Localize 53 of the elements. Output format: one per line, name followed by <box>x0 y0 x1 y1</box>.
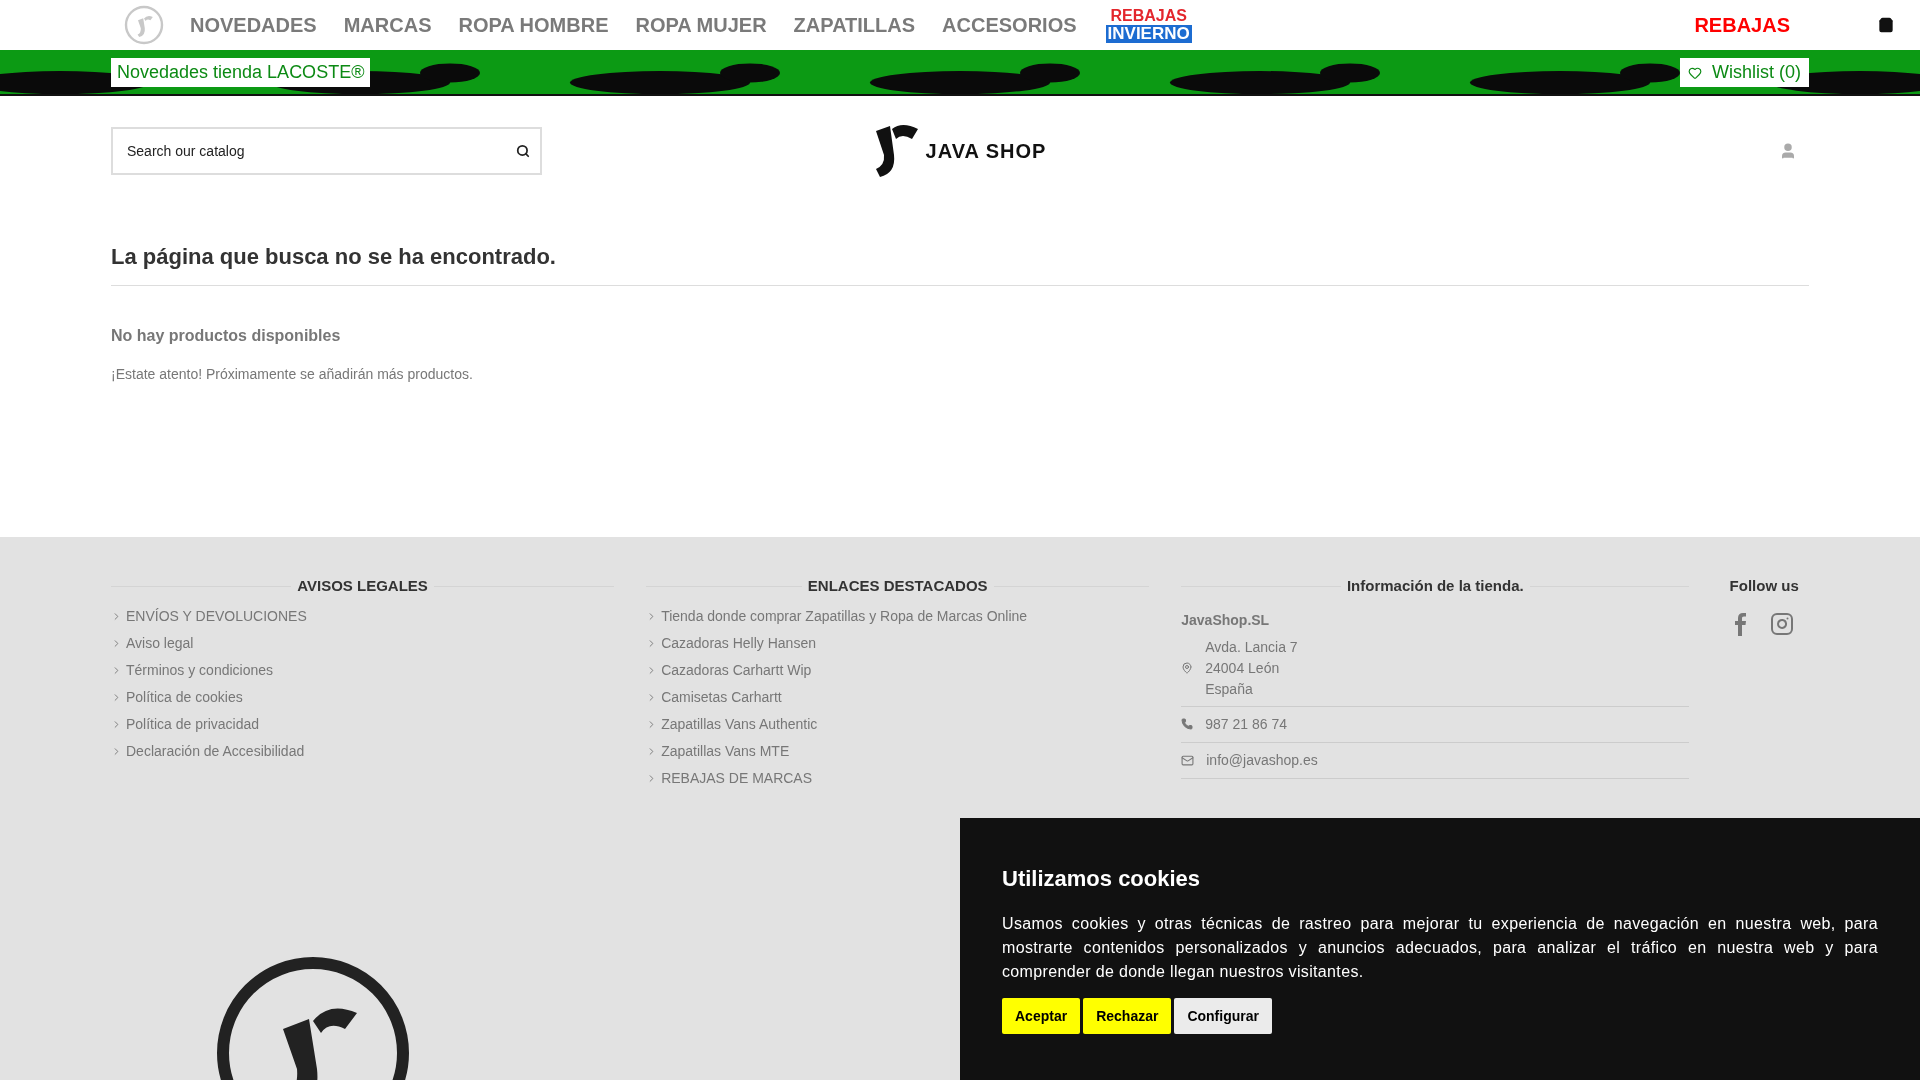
footer-link[interactable]: Política de cookies <box>111 687 615 708</box>
instagram-icon[interactable] <box>1770 611 1795 636</box>
logo-icon <box>124 5 164 45</box>
column-heading: Información de la tienda. <box>1345 576 1525 596</box>
location-icon <box>1181 662 1194 674</box>
nav-link[interactable]: ROPA MUJER <box>635 10 767 40</box>
footer-link[interactable]: Zapatillas Vans Authentic <box>646 714 1150 735</box>
column-heading: AVISOS LEGALES <box>296 576 429 596</box>
cookie-title: Utilizamos cookies <box>1002 865 1202 893</box>
logo-mark-icon <box>873 125 920 177</box>
account-icon[interactable] <box>1779 142 1797 160</box>
cart-icon[interactable] <box>1878 17 1894 33</box>
cookie-text: Usamos cookies y otras técnicas de rastreo para mejorar tu experiencia de navegación en nuestra web, para mostrarte contenidos personalizados y anuncios adecuados, para analizar el tráfico en nuestra web y para comprender de donde llegan nuestros visitantes. <box>1002 914 1878 982</box>
footer-link[interactable]: Camisetas Carhartt <box>646 687 1150 708</box>
footer-link[interactable]: ENVÍOS Y DEVOLUCIONES <box>111 606 615 627</box>
footer-link[interactable]: Aviso legal <box>111 633 615 654</box>
heart-icon <box>1688 65 1702 80</box>
nav-link[interactable]: ACCESORIOS <box>942 10 1077 40</box>
mail-icon <box>1181 753 1195 767</box>
facebook-icon[interactable] <box>1734 611 1747 636</box>
column-heading: ENLACES DESTACADOS <box>806 576 989 596</box>
address-line: Avda. Lancia 7 <box>1205 637 1298 657</box>
footer-link[interactable]: Términos y condiciones <box>111 660 615 681</box>
nav-link[interactable]: MARCAS <box>343 10 432 40</box>
address-line: 24004 León <box>1205 658 1281 678</box>
column-heading: Follow us <box>1729 576 1799 596</box>
logo-text[interactable]: JAVA SHOP <box>925 136 1047 166</box>
nav-link[interactable]: ZAPATILLAS <box>793 10 916 40</box>
footer-link[interactable]: Tienda donde comprar Zapatillas y Ropa de Marcas Online <box>646 606 1150 627</box>
footer-link[interactable]: REBAJAS DE MARCAS <box>646 768 1150 789</box>
email-link[interactable]: info@javashop.es <box>1206 749 1318 771</box>
phone-icon <box>1181 718 1194 730</box>
sale-link[interactable]: REBAJAS <box>1694 10 1790 40</box>
footer-link[interactable]: Declaración de Accesibilidad <box>111 741 615 762</box>
footer-link[interactable]: Zapatillas Vans MTE <box>646 741 1150 762</box>
nav-link[interactable]: NOVEDADES <box>190 10 317 40</box>
wishlist-link[interactable]: Wishlist (0) <box>1680 58 1809 87</box>
empty-message: ¡Estate atento! Próximamente se añadirán más productos. <box>111 365 474 384</box>
search-field[interactable]: Search our catalog <box>111 127 542 175</box>
footer-link[interactable]: Cazadoras Helly Hansen <box>646 633 1150 654</box>
nav-link[interactable]: ROPA HOMBRE <box>458 10 609 40</box>
page-title: La página que busca no se ha encontrado. <box>111 240 1809 286</box>
cookie-button[interactable]: Configurar <box>1174 998 1272 1034</box>
store-name: JavaShop.SL <box>1181 610 1271 630</box>
cookie-button[interactable]: Aceptar <box>1002 998 1081 1034</box>
footer-link[interactable]: Política de privacidad <box>111 714 615 735</box>
empty-title: No hay productos disponibles <box>111 326 342 346</box>
address-line: España <box>1205 679 1254 699</box>
footer-link[interactable]: Cazadoras Carhartt Wip <box>646 660 1150 681</box>
banner-text[interactable]: Novedades tienda LACOSTE® <box>111 58 371 87</box>
search-icon[interactable] <box>516 144 530 158</box>
cookie-button[interactable]: Rechazar <box>1083 998 1172 1034</box>
phone-number: 987 21 86 74 <box>1205 714 1287 734</box>
